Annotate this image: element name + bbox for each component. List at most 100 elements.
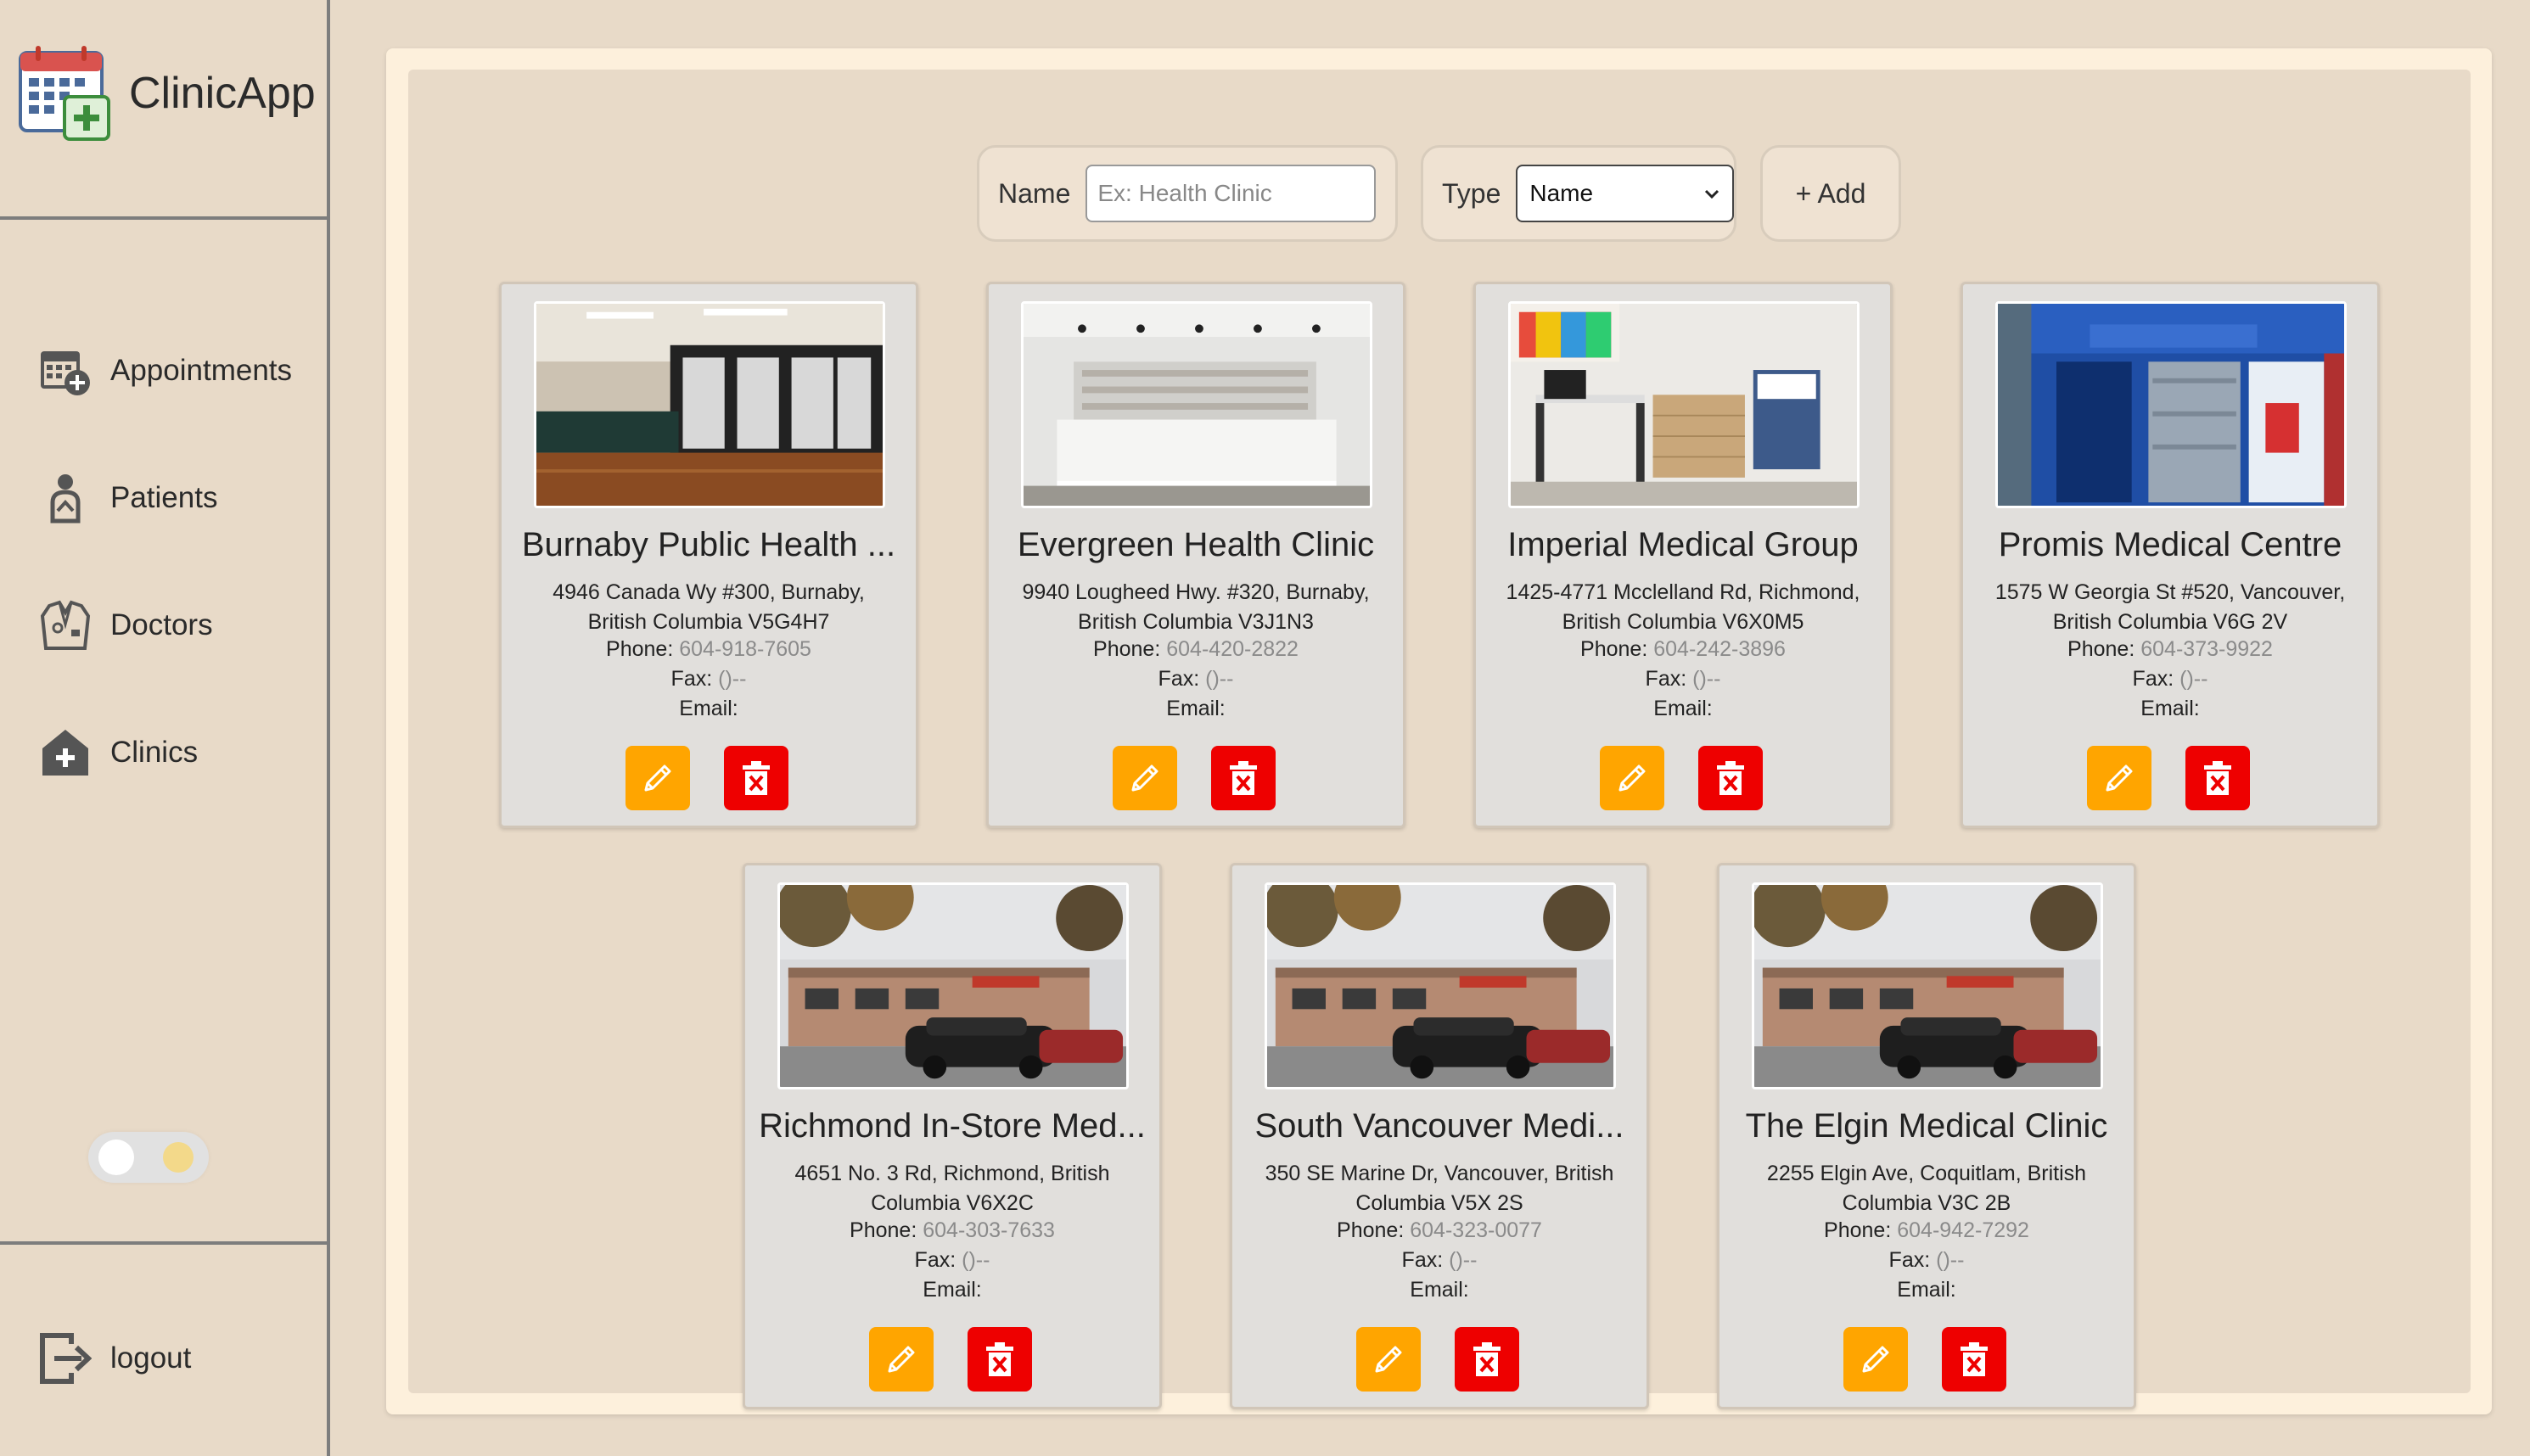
clinic-address-line2: Columbia V6X2C xyxy=(871,1191,1034,1215)
clinic-photo-image xyxy=(1998,304,2344,506)
trash-icon xyxy=(1961,1342,1988,1376)
add-clinic-button[interactable]: + Add xyxy=(1760,145,1901,242)
edit-button[interactable] xyxy=(1600,746,1664,810)
delete-button[interactable] xyxy=(1455,1327,1519,1392)
clinic-photo xyxy=(534,301,885,508)
theme-toggle[interactable] xyxy=(88,1132,209,1183)
phone-value: 604-918-7605 xyxy=(679,637,811,661)
phone-value: 604-242-3896 xyxy=(1653,637,1786,661)
sidebar: ClinicApp Appointments Patients Doctors … xyxy=(0,0,330,1456)
clinic-card: South Vancouver Medi... 350 SE Marine Dr… xyxy=(1230,863,1649,1409)
calendar-plus-icon xyxy=(41,351,90,395)
edit-button[interactable] xyxy=(625,746,690,810)
clinic-card: Richmond In-Store Med... 4651 No. 3 Rd, … xyxy=(743,863,1162,1409)
type-filter-label: Type xyxy=(1442,177,1501,209)
clinic-fax: Fax: ()-- xyxy=(745,1248,1159,1273)
type-select-value: Name xyxy=(1529,180,1594,206)
delete-button[interactable] xyxy=(1211,746,1276,810)
sidebar-item-appointments[interactable]: Appointments xyxy=(39,307,292,434)
chevron-down-icon xyxy=(1704,189,1719,199)
clinic-photo-image xyxy=(536,304,883,506)
clinic-name: Imperial Medical Group xyxy=(1507,526,1859,563)
clinic-phone: Phone: 604-420-2822 xyxy=(989,637,1403,662)
clinic-address-line1: 350 SE Marine Dr, Vancouver, British xyxy=(1265,1162,1614,1185)
clinic-name: Evergreen Health Clinic xyxy=(1017,526,1375,563)
clinic-photo-image xyxy=(1511,304,1857,506)
edit-button[interactable] xyxy=(1113,746,1177,810)
email-label: Email: xyxy=(2140,697,2200,720)
trash-icon xyxy=(2204,761,2231,795)
main-content: Name Ex: Health Clinic Type Name + Add B… xyxy=(408,70,2471,1409)
clinic-address: 9940 Lougheed Hwy. #320, Burnaby, Britis… xyxy=(1014,578,1377,637)
fax-label: Fax: xyxy=(670,667,713,691)
phone-value: 604-323-0077 xyxy=(1410,1218,1542,1242)
clinic-address-line2: British Columbia V5G4H7 xyxy=(587,610,830,634)
clinic-photo-image xyxy=(1024,304,1370,506)
delete-button[interactable] xyxy=(724,746,788,810)
clinic-email: Email: xyxy=(1963,697,2377,721)
name-filter-label: Name xyxy=(998,177,1071,209)
clinic-phone: Phone: 604-323-0077 xyxy=(1232,1218,1646,1243)
clinic-photo xyxy=(1021,301,1372,508)
pencil-icon xyxy=(1862,1346,1889,1373)
clinic-address-line1: 2255 Elgin Ave, Coquitlam, British xyxy=(1766,1162,2087,1185)
pencil-icon xyxy=(1375,1346,1402,1373)
clinic-phone: Phone: 604-373-9922 xyxy=(1963,637,2377,662)
name-filter: Name Ex: Health Clinic xyxy=(977,145,1398,242)
sidebar-divider-top xyxy=(0,216,330,220)
clinic-email: Email: xyxy=(745,1278,1159,1302)
fax-value: ()-- xyxy=(1449,1248,1478,1272)
phone-label: Phone: xyxy=(1580,637,1648,661)
clinic-address: 2255 Elgin Ave, Coquitlam, British Colum… xyxy=(1745,1159,2108,1218)
sidebar-item-label: Clinics xyxy=(110,736,199,769)
edit-button[interactable] xyxy=(1356,1327,1421,1392)
clinic-name: Promis Medical Centre xyxy=(1998,526,2342,563)
sidebar-item-clinics[interactable]: Clinics xyxy=(39,689,292,816)
edit-button[interactable] xyxy=(2087,746,2151,810)
sidebar-item-patients[interactable]: Patients xyxy=(39,434,292,562)
clinic-photo xyxy=(1508,301,1860,508)
fax-value: ()-- xyxy=(2179,667,2208,691)
clinic-address-line1: 9940 Lougheed Hwy. #320, Burnaby, xyxy=(1022,580,1370,604)
clinic-address-line2: Columbia V3C 2B xyxy=(1842,1191,2011,1215)
delete-button[interactable] xyxy=(1698,746,1763,810)
sidebar-item-label: Doctors xyxy=(110,608,213,641)
clinic-address: 4651 No. 3 Rd, Richmond, British Columbi… xyxy=(771,1159,1134,1218)
delete-button[interactable] xyxy=(1942,1327,2006,1392)
clinic-phone: Phone: 604-942-7292 xyxy=(1719,1218,2134,1243)
clinic-photo xyxy=(1995,301,2347,508)
fax-value: ()-- xyxy=(1692,667,1721,691)
logout-icon xyxy=(40,1333,92,1384)
phone-value: 604-303-7633 xyxy=(923,1218,1055,1242)
clinic-address: 1575 W Georgia St #520, Vancouver, Briti… xyxy=(1989,578,2352,637)
type-select[interactable]: Name xyxy=(1516,165,1734,222)
type-filter: Type Name xyxy=(1421,145,1736,242)
filter-toolbar: Name Ex: Health Clinic Type Name + Add xyxy=(408,145,2471,242)
sun-icon xyxy=(163,1142,194,1173)
sidebar-item-doctors[interactable]: Doctors xyxy=(39,562,292,689)
clinic-address-line1: 4651 No. 3 Rd, Richmond, British xyxy=(794,1162,1110,1185)
brand[interactable]: ClinicApp xyxy=(17,44,316,143)
clinic-address-line2: Columbia V5X 2S xyxy=(1355,1191,1523,1215)
clinic-address-line1: 4946 Canada Wy #300, Burnaby, xyxy=(553,580,865,604)
clinic-name: South Vancouver Medi... xyxy=(1254,1107,1624,1145)
clinic-email: Email: xyxy=(1719,1278,2134,1302)
edit-button[interactable] xyxy=(1843,1327,1908,1392)
delete-button[interactable] xyxy=(968,1327,1032,1392)
clinic-address: 4946 Canada Wy #300, Burnaby, British Co… xyxy=(527,578,890,637)
search-input[interactable]: Ex: Health Clinic xyxy=(1085,165,1377,222)
fax-label: Fax: xyxy=(1888,1248,1931,1272)
logout-button[interactable]: logout xyxy=(39,1332,191,1385)
clinic-fax: Fax: ()-- xyxy=(1963,667,2377,692)
fax-value: ()-- xyxy=(718,667,747,691)
edit-button[interactable] xyxy=(869,1327,934,1392)
clinic-address-line1: 1425-4771 Mcclelland Rd, Richmond, xyxy=(1506,580,1860,604)
delete-button[interactable] xyxy=(2185,746,2250,810)
doctor-coat-icon xyxy=(40,600,91,650)
clinic-phone: Phone: 604-242-3896 xyxy=(1476,637,1890,662)
calendar-clinic-logo-icon xyxy=(19,46,110,141)
clinic-fax: Fax: ()-- xyxy=(1719,1248,2134,1273)
clinic-address-line2: British Columbia V6G 2V xyxy=(2052,610,2288,634)
email-label: Email: xyxy=(1653,697,1713,720)
pencil-icon xyxy=(1618,764,1646,792)
